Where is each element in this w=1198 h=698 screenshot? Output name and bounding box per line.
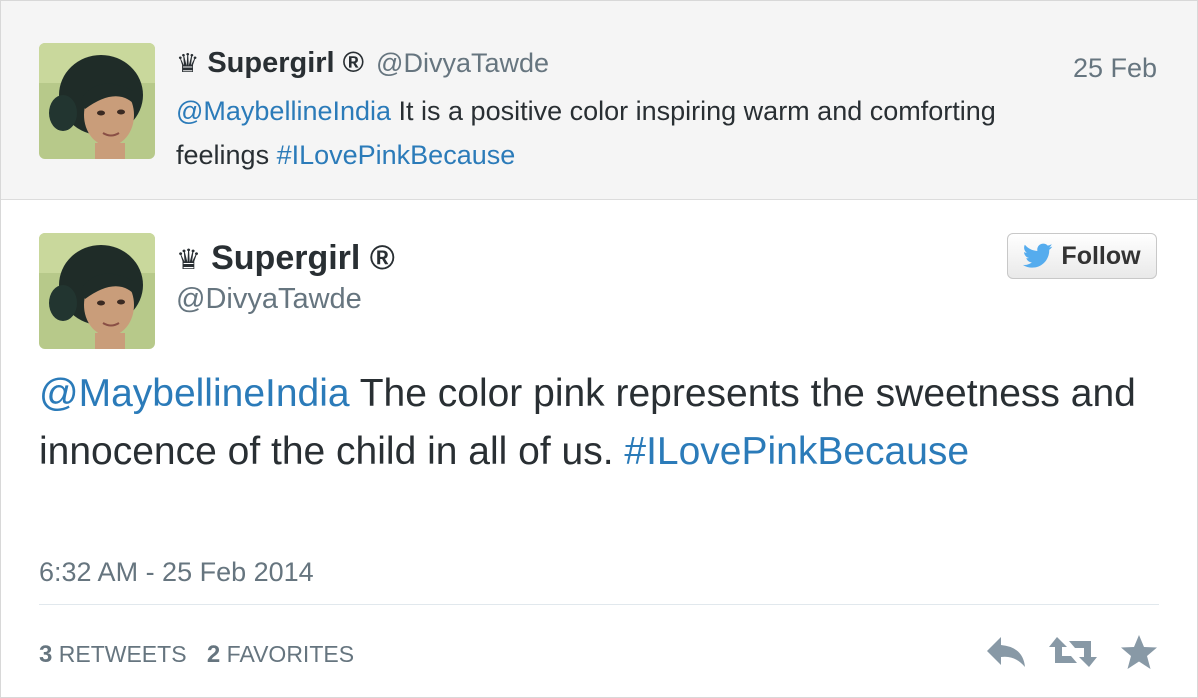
author-name[interactable]: Supergirl ® bbox=[207, 47, 364, 80]
twitter-bird-icon bbox=[1023, 243, 1053, 269]
author-handle[interactable]: @DivyaTawde bbox=[176, 283, 362, 316]
favorites-label: FAVORITES bbox=[226, 641, 355, 667]
retweet-icon[interactable] bbox=[1047, 633, 1099, 676]
retweets-stat[interactable]: 3 RETWEETS bbox=[39, 641, 187, 668]
crown-icon: ♛ bbox=[176, 49, 200, 79]
avatar[interactable] bbox=[39, 233, 155, 349]
context-tweet-header: ♛ Supergirl ® @DivyaTawde bbox=[176, 47, 549, 80]
context-tweet[interactable]: ♛ Supergirl ® @DivyaTawde 25 Feb @Maybel… bbox=[1, 1, 1197, 200]
favorite-icon[interactable] bbox=[1119, 633, 1159, 676]
tweet-text: @MaybellineIndia It is a positive color … bbox=[176, 89, 1076, 177]
follow-label: Follow bbox=[1061, 241, 1141, 270]
author-name-row: ♛ Supergirl ® bbox=[176, 239, 395, 278]
mention-link[interactable]: @MaybellineIndia bbox=[176, 96, 391, 126]
reply-icon[interactable] bbox=[983, 633, 1029, 676]
tweet-date[interactable]: 25 Feb bbox=[1073, 53, 1157, 84]
mention-link[interactable]: @MaybellineIndia bbox=[39, 372, 350, 415]
tweet-actions bbox=[981, 633, 1161, 673]
favorites-count: 2 bbox=[206, 641, 221, 668]
hashtag-link[interactable]: #ILovePinkBecause bbox=[277, 140, 516, 170]
tweet-stats: 3 RETWEETS 2 FAVORITES bbox=[39, 641, 368, 669]
tweet-text: @MaybellineIndia The color pink represen… bbox=[39, 365, 1159, 481]
author-handle[interactable]: @DivyaTawde bbox=[376, 48, 549, 79]
follow-button[interactable]: Follow bbox=[1007, 233, 1157, 279]
tweet-card: ♛ Supergirl ® @DivyaTawde 25 Feb @Maybel… bbox=[0, 0, 1198, 698]
retweets-count: 3 bbox=[39, 641, 53, 668]
author-name[interactable]: Supergirl ® bbox=[211, 239, 395, 278]
crown-icon: ♛ bbox=[176, 243, 202, 276]
divider bbox=[39, 604, 1159, 605]
avatar[interactable] bbox=[39, 43, 155, 159]
tweet-timestamp[interactable]: 6:32 AM - 25 Feb 2014 bbox=[39, 557, 314, 588]
hashtag-link[interactable]: #ILovePinkBecause bbox=[624, 430, 969, 473]
favorites-stat[interactable]: 2 FAVORITES bbox=[206, 641, 355, 668]
retweets-label: RETWEETS bbox=[58, 641, 187, 667]
